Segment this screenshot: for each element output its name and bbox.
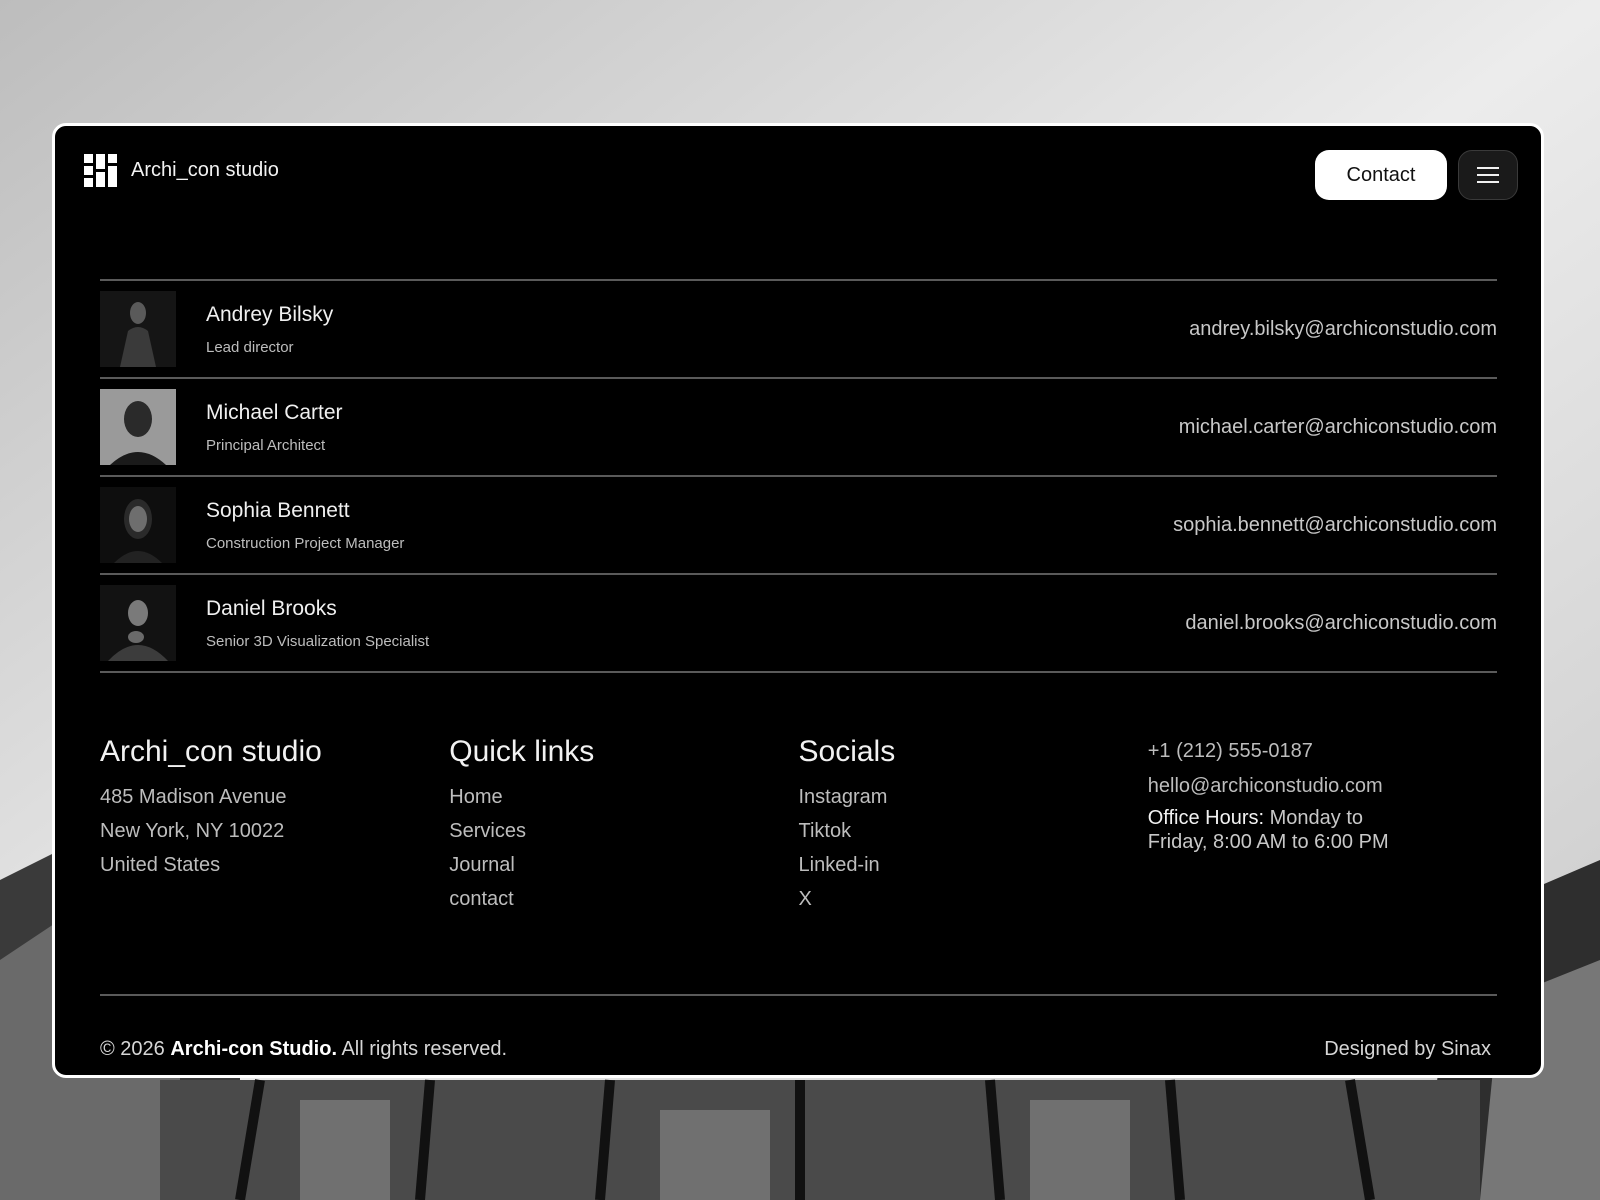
footer-quick-links-column: Quick links Home Services Journal contac…: [449, 734, 798, 916]
office-hours: Office Hours: Monday to Friday, 8:00 AM …: [1148, 806, 1418, 854]
office-hours-label: Office Hours:: [1147, 807, 1265, 829]
member-email-link[interactable]: michael.carter@archiconstudio.com: [1179, 416, 1497, 439]
brand-name: Archi_con studio: [131, 159, 279, 181]
hamburger-menu-icon: [1477, 167, 1499, 183]
contact-button[interactable]: Contact: [1315, 150, 1447, 200]
copyright-prefix: © 2026: [100, 1038, 171, 1060]
member-email-link[interactable]: sophia.bennett@archiconstudio.com: [1173, 514, 1497, 537]
member-role: Lead director: [206, 338, 294, 356]
team-row: Michael Carter Principal Architect micha…: [100, 379, 1497, 477]
avatar-photo: [100, 487, 176, 563]
footer-studio-title: Archi_con studio: [100, 735, 322, 768]
main-card: Archi_con studio Contact Andrey Bilsky L…: [52, 123, 1544, 1078]
social-link-instagram[interactable]: Instagram: [799, 780, 1148, 814]
avatar-photo: [100, 389, 176, 465]
member-name: Daniel Brooks: [206, 596, 337, 620]
footer-socials-column: Socials Instagram Tiktok Linked-in X: [799, 734, 1148, 916]
member-role: Construction Project Manager: [206, 534, 405, 552]
quick-link-journal[interactable]: Journal: [449, 848, 798, 882]
member-name: Andrey Bilsky: [206, 302, 334, 326]
address-line: United States: [100, 854, 221, 876]
quick-link-services[interactable]: Services: [449, 814, 798, 848]
studio-logo-icon: [84, 154, 117, 187]
phone-number[interactable]: +1 (212) 555-0187: [1148, 734, 1497, 769]
footer-columns: Archi_con studio 485 Madison Avenue New …: [100, 734, 1497, 916]
quick-links-title: Quick links: [449, 735, 595, 768]
contact-email[interactable]: hello@archiconstudio.com: [1148, 769, 1497, 804]
footer-divider: [100, 994, 1497, 996]
member-email-link[interactable]: andrey.bilsky@archiconstudio.com: [1189, 318, 1497, 341]
social-link-x[interactable]: X: [799, 882, 1148, 916]
member-email-link[interactable]: daniel.brooks@archiconstudio.com: [1185, 612, 1497, 635]
team-row: Andrey Bilsky Lead director andrey.bilsk…: [100, 281, 1497, 379]
copyright-suffix: All rights reserved.: [337, 1038, 508, 1060]
member-name: Michael Carter: [206, 400, 343, 424]
brand[interactable]: Archi_con studio: [84, 154, 279, 187]
team-list: Andrey Bilsky Lead director andrey.bilsk…: [100, 279, 1497, 673]
footer-contact-column: +1 (212) 555-0187 hello@archiconstudio.c…: [1148, 734, 1497, 916]
address-line: New York, NY 10022: [100, 820, 285, 842]
social-link-linkedin[interactable]: Linked-in: [799, 848, 1148, 882]
avatar-photo: [100, 585, 176, 661]
copyright: © 2026 Archi-con Studio. All rights rese…: [100, 1038, 507, 1061]
footer-studio-column: Archi_con studio 485 Madison Avenue New …: [100, 734, 449, 916]
member-role: Principal Architect: [206, 436, 326, 454]
member-name: Sophia Bennett: [206, 498, 350, 522]
quick-link-contact[interactable]: contact: [449, 882, 798, 916]
team-row: Daniel Brooks Senior 3D Visualization Sp…: [100, 575, 1497, 673]
socials-title: Socials: [798, 735, 896, 768]
member-role: Senior 3D Visualization Specialist: [206, 632, 430, 650]
designer-credit[interactable]: Designed by Sinax: [1324, 1038, 1491, 1061]
avatar-photo: [100, 291, 176, 367]
quick-link-home[interactable]: Home: [449, 780, 798, 814]
menu-button[interactable]: [1458, 150, 1518, 200]
copyright-brand: Archi-con Studio.: [170, 1038, 338, 1060]
social-link-tiktok[interactable]: Tiktok: [799, 814, 1148, 848]
team-row: Sophia Bennett Construction Project Mana…: [100, 477, 1497, 575]
address-line: 485 Madison Avenue: [100, 786, 287, 808]
